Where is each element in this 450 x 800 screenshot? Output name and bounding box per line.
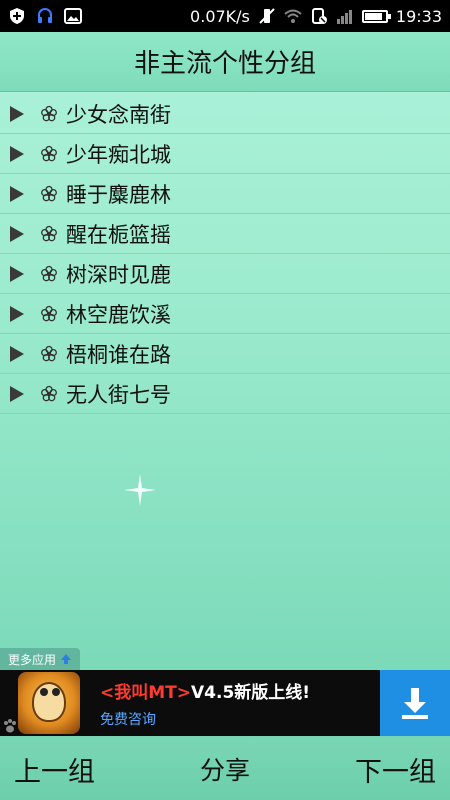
flower-icon bbox=[41, 145, 57, 161]
headset-icon bbox=[38, 8, 52, 23]
flower-icon bbox=[41, 305, 57, 321]
expand-arrow-icon bbox=[10, 225, 24, 242]
expand-arrow-icon bbox=[10, 105, 24, 122]
expand-arrow-icon bbox=[10, 385, 24, 402]
flower-icon bbox=[41, 265, 57, 281]
group-list: 少女念南街 少年痴北城 睡于麋鹿林 醒在栀篮摇 树深时见鹿 林空鹿饮溪 梧桐谁在… bbox=[0, 94, 450, 414]
flower-icon bbox=[41, 385, 57, 401]
list-item[interactable]: 少年痴北城 bbox=[0, 134, 450, 174]
game-app-icon bbox=[18, 672, 80, 734]
flower-icon bbox=[41, 185, 57, 201]
list-item-label: 醒在栀篮摇 bbox=[66, 222, 171, 247]
list-item[interactable]: 梧桐谁在路 bbox=[0, 334, 450, 374]
download-button[interactable] bbox=[380, 670, 450, 736]
download-icon bbox=[402, 688, 428, 719]
list-item-label: 无人街七号 bbox=[66, 382, 171, 407]
list-item[interactable]: 林空鹿饮溪 bbox=[0, 294, 450, 334]
flower-icon bbox=[41, 225, 57, 241]
list-item[interactable]: 睡于麋鹿林 bbox=[0, 174, 450, 214]
list-item-label: 林空鹿饮溪 bbox=[66, 302, 171, 327]
list-item[interactable]: 少女念南街 bbox=[0, 94, 450, 134]
share-button[interactable]: 分享 bbox=[200, 751, 250, 787]
page-title: 非主流个性分组 bbox=[0, 32, 450, 92]
ad-subtitle[interactable]: 免费咨询 bbox=[100, 709, 380, 729]
expand-arrow-icon bbox=[10, 145, 24, 162]
image-icon bbox=[64, 8, 82, 24]
expand-arrow-icon bbox=[10, 345, 24, 362]
battery-icon bbox=[361, 9, 391, 23]
ad-title-accent: <我叫MT> bbox=[100, 682, 192, 703]
sparkle-icon bbox=[124, 474, 156, 506]
more-apps-label: 更多应用 bbox=[8, 652, 57, 667]
sim-blocked-icon bbox=[311, 8, 327, 24]
expand-arrow-icon bbox=[10, 305, 24, 322]
flower-icon bbox=[41, 345, 57, 361]
list-item-label: 梧桐谁在路 bbox=[66, 342, 171, 367]
wifi-icon bbox=[284, 9, 302, 23]
signal-icon bbox=[336, 10, 352, 24]
ad-title-rest: V4.5新版上线! bbox=[191, 682, 311, 703]
list-item-label: 少年痴北城 bbox=[66, 142, 171, 167]
ad-banner[interactable]: <我叫MT>V4.5新版上线! 免费咨询 bbox=[0, 670, 450, 736]
list-item-label: 少女念南街 bbox=[66, 102, 171, 127]
list-item[interactable]: 醒在栀篮摇 bbox=[0, 214, 450, 254]
next-group-button[interactable]: 下一组 bbox=[355, 750, 436, 789]
ad-title: <我叫MT>V4.5新版上线! bbox=[100, 678, 380, 703]
flower-icon bbox=[41, 105, 57, 121]
network-speed: 0.07K/s bbox=[190, 6, 250, 26]
list-item-label: 树深时见鹿 bbox=[66, 262, 171, 287]
expand-arrow-icon bbox=[10, 185, 24, 202]
more-apps-button[interactable]: 更多应用 bbox=[0, 648, 81, 670]
list-item[interactable]: 树深时见鹿 bbox=[0, 254, 450, 294]
vibrate-off-icon bbox=[259, 8, 275, 24]
status-bar: 0.07K/s 19:33 bbox=[0, 0, 450, 32]
expand-arrow-icon bbox=[10, 265, 24, 282]
bottom-bar: 上一组 分享 下一组 bbox=[0, 738, 450, 800]
prev-group-button[interactable]: 上一组 bbox=[14, 750, 95, 789]
list-item[interactable]: 无人街七号 bbox=[0, 374, 450, 414]
clock: 19:33 bbox=[395, 6, 442, 26]
arrow-up-icon bbox=[61, 654, 72, 664]
list-item-label: 睡于麋鹿林 bbox=[66, 182, 171, 207]
paw-icon bbox=[4, 719, 16, 733]
shield-plus-icon bbox=[10, 8, 24, 24]
